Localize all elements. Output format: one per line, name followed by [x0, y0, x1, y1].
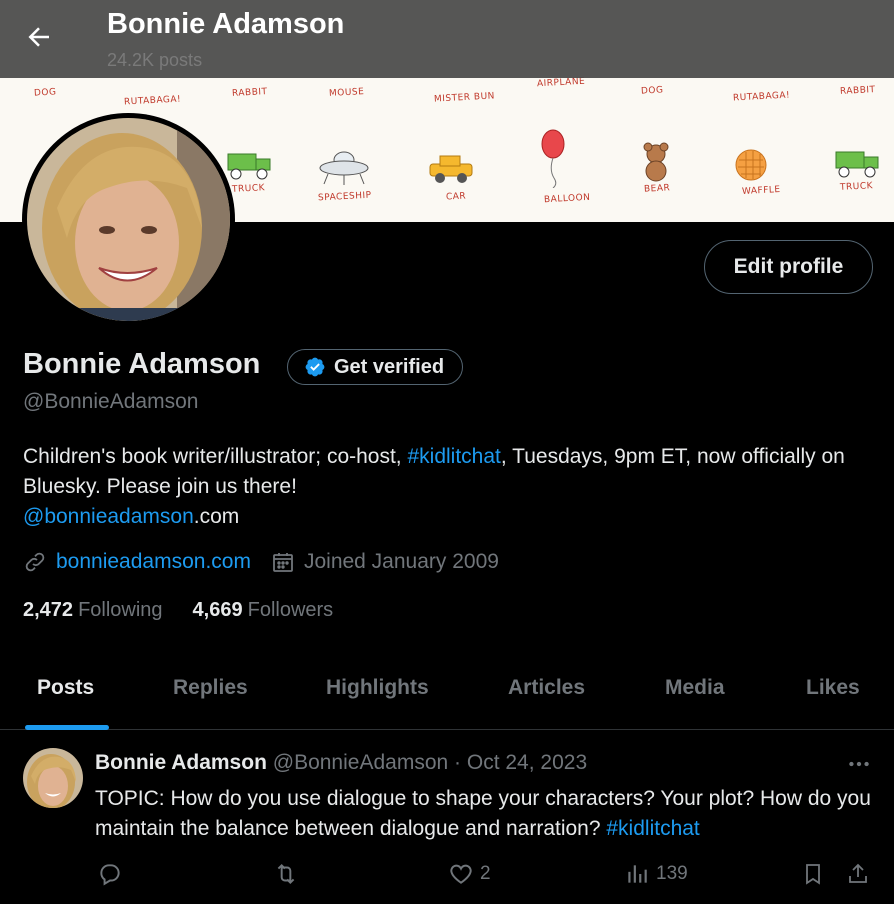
bookmark-icon — [801, 861, 825, 887]
banner-doodle: RUTABAGA! — [123, 94, 182, 108]
reply-icon — [97, 861, 123, 887]
get-verified-button[interactable]: Get verified — [287, 349, 464, 385]
following-link[interactable]: 2,472 Following — [23, 599, 163, 622]
like-button[interactable]: 2 — [448, 861, 491, 887]
post-author-name[interactable]: Bonnie Adamson — [95, 751, 267, 774]
view-count: 139 — [656, 863, 688, 884]
avatar-photo — [27, 118, 230, 321]
views-button[interactable]: 139 — [624, 861, 688, 887]
banner-doodle: TRUCK — [839, 181, 874, 193]
calendar-icon — [271, 550, 295, 574]
spaceship-drawing — [319, 151, 369, 185]
header-bar: Bonnie Adamson 24.2K posts — [0, 0, 894, 78]
views-chart-icon — [624, 861, 650, 887]
banner-doodle: MISTER BUN — [433, 91, 496, 105]
reply-button[interactable] — [97, 861, 123, 887]
repost-icon — [272, 861, 300, 887]
profile-bio: Children's book writer/illustrator; co-h… — [23, 442, 873, 532]
banner-doodle: WAFFLE — [741, 184, 781, 198]
tab-media[interactable]: Media — [665, 676, 725, 700]
post-author-handle[interactable]: @BonnieAdamson — [273, 751, 448, 774]
tab-highlights[interactable]: Highlights — [326, 676, 429, 700]
banner-doodle: DOG — [33, 87, 57, 99]
joined-date: Joined January 2009 — [303, 550, 499, 573]
share-button[interactable] — [846, 861, 870, 887]
get-verified-label: Get verified — [334, 355, 445, 378]
website-item[interactable]: bonnieadamson.com — [23, 550, 251, 574]
post-header: Bonnie Adamson @BonnieAdamson · Oct 24, … — [95, 751, 587, 775]
banner-doodle: BALLOON — [543, 192, 591, 206]
tab-posts[interactable]: Posts — [37, 676, 94, 700]
followers-count: 4,669 — [192, 599, 243, 621]
header-title: Bonnie Adamson — [107, 8, 345, 40]
back-arrow-icon[interactable] — [24, 22, 54, 52]
banner-doodle: SPACESHIP — [317, 190, 372, 204]
banner-doodle: MOUSE — [328, 87, 365, 99]
following-label: Following — [78, 599, 163, 621]
heart-icon — [448, 861, 474, 887]
bio-hashtag-link[interactable]: #kidlitchat — [407, 445, 500, 468]
verified-badge-icon — [304, 356, 326, 378]
post-separator: · — [454, 751, 462, 774]
more-options-icon[interactable] — [846, 751, 872, 777]
active-tab-indicator — [25, 725, 109, 730]
avatar[interactable] — [22, 113, 235, 326]
edit-profile-button[interactable]: Edit profile — [704, 240, 873, 294]
followers-link[interactable]: 4,669 Followers — [193, 599, 334, 622]
profile-meta: bonnieadamson.com Joined January 2009 — [23, 550, 519, 574]
tab-likes[interactable]: Likes — [806, 676, 860, 700]
post-date[interactable]: Oct 24, 2023 — [467, 751, 587, 774]
banner-doodle: BEAR — [643, 183, 671, 195]
banner-doodle: DOG — [640, 85, 664, 97]
share-icon — [846, 861, 870, 887]
waffle-drawing — [735, 149, 767, 181]
tab-articles[interactable]: Articles — [508, 676, 585, 700]
banner-doodle: RUTABAGA! — [732, 90, 791, 104]
bio-text: Children's book writer/illustrator; co-h… — [23, 445, 408, 468]
banner-doodle: RABBIT — [231, 87, 268, 99]
bio-mention-link[interactable]: @bonnieadamson — [23, 505, 194, 528]
post-avatar[interactable] — [23, 748, 83, 808]
banner-doodle: RABBIT — [839, 85, 876, 97]
truck-drawing — [835, 151, 879, 178]
bookmark-button[interactable] — [801, 861, 825, 887]
profile-handle: @BonnieAdamson — [23, 390, 199, 413]
like-count: 2 — [480, 863, 491, 884]
website-link[interactable]: bonnieadamson.com — [56, 550, 251, 574]
joined-item: Joined January 2009 — [271, 550, 499, 574]
followers-label: Followers — [247, 599, 334, 621]
post-hashtag-link[interactable]: #kidlitchat — [606, 817, 699, 840]
repost-button[interactable] — [272, 861, 300, 887]
profile-tabs: Posts Replies Highlights Articles Media … — [0, 656, 894, 730]
banner-doodle: AIRPLANE — [536, 76, 586, 90]
post-actions: 2 139 — [0, 859, 894, 893]
follow-stats: 2,472 Following 4,669 Followers — [23, 599, 333, 622]
link-icon — [23, 550, 47, 574]
banner-doodle: CAR — [445, 191, 467, 203]
post-item[interactable]: Bonnie Adamson @BonnieAdamson · Oct 24, … — [0, 731, 894, 904]
post-text: TOPIC: How do you use dialogue to shape … — [95, 784, 875, 844]
truck-drawing — [227, 153, 271, 180]
car-drawing — [429, 155, 473, 183]
bear-drawing — [643, 142, 669, 182]
post-body: TOPIC: How do you use dialogue to shape … — [95, 787, 871, 840]
bio-text: .com — [193, 505, 240, 528]
balloon-drawing — [541, 129, 565, 188]
following-count: 2,472 — [23, 599, 74, 621]
tab-replies[interactable]: Replies — [173, 676, 248, 700]
profile-name: Bonnie Adamson — [23, 348, 261, 380]
post-count: 24.2K posts — [107, 50, 203, 70]
banner-doodle: TRUCK — [231, 183, 266, 195]
